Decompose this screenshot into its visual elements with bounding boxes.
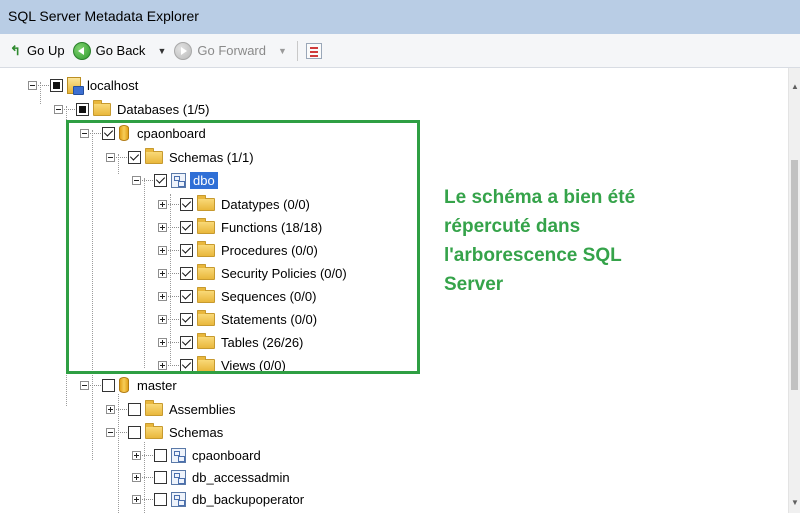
scroll-up-arrow-icon[interactable]: ▲	[791, 82, 799, 91]
window-title: SQL Server Metadata Explorer	[8, 8, 199, 24]
go-forward-label: Go Forward	[197, 43, 266, 58]
forward-arrow-icon	[174, 41, 193, 60]
toolbar-separator	[296, 40, 298, 61]
checkbox-db-backupoperator[interactable]	[154, 492, 167, 506]
go-back-label: Go Back	[95, 43, 146, 58]
expand-icon[interactable]	[132, 494, 141, 504]
tree-node-assemblies[interactable]: Assemblies	[106, 398, 235, 420]
annotation-line: Le schéma a bien été	[444, 187, 636, 208]
folder-icon	[145, 422, 163, 439]
annotation-line: répercuté dans	[444, 216, 581, 237]
checkbox-master-cpaonboard[interactable]	[154, 448, 167, 462]
folder-icon	[145, 399, 163, 416]
checkbox-master-schemas[interactable]	[128, 425, 141, 439]
tree-node-db-backupoperator[interactable]: db_backupoperator	[132, 488, 304, 510]
tree-label: Assemblies	[169, 401, 236, 417]
schema-icon	[171, 491, 186, 507]
folder-icon	[93, 99, 111, 116]
collapse-icon[interactable]	[106, 427, 115, 437]
checkbox-db-accessadmin[interactable]	[154, 470, 167, 484]
annotation-line: l'arborescence SQL	[444, 245, 622, 266]
schema-icon	[171, 469, 186, 485]
checkbox-assemblies[interactable]	[128, 402, 141, 416]
go-up-label: Go Up	[27, 43, 65, 58]
collapse-icon[interactable]	[28, 80, 37, 90]
tree-node-databases[interactable]: Databases (1/5)	[54, 98, 210, 120]
tree-node-master-schemas[interactable]: Schemas	[106, 421, 223, 443]
window-title-bar: SQL Server Metadata Explorer	[0, 0, 800, 34]
annotation-text: Le schéma a bien été répercuté dans l'ar…	[444, 183, 744, 299]
go-forward-button[interactable]: Go Forward	[174, 41, 266, 60]
tree-node-master[interactable]: master	[80, 374, 177, 396]
go-forward-dropdown-arrow[interactable]: ▼	[278, 46, 287, 56]
collapse-icon[interactable]	[54, 104, 63, 114]
expand-icon[interactable]	[132, 450, 141, 460]
tree-node-master-cpaonboard[interactable]: cpaonboard	[132, 444, 261, 466]
go-up-icon: ↰	[10, 42, 21, 58]
tree-label: db_backupoperator	[192, 491, 305, 507]
checkbox-localhost[interactable]	[50, 78, 63, 92]
tree-node-localhost[interactable]: localhost	[28, 74, 138, 96]
toolbar: ↰ Go Up Go Back ▼ Go Forward ▼	[0, 34, 800, 68]
scrollbar-thumb[interactable]	[791, 160, 798, 390]
vertical-scrollbar[interactable]: ▲ ▼	[788, 68, 800, 513]
go-back-dropdown-arrow[interactable]: ▼	[157, 46, 166, 56]
tree-label: cpaonboard	[192, 447, 261, 463]
tree-label: localhost	[87, 77, 139, 93]
database-icon	[119, 377, 129, 393]
annotation-line: Server	[444, 274, 504, 295]
tree-label: master	[137, 377, 177, 393]
checkbox-databases[interactable]	[76, 102, 89, 116]
tree-label: db_accessadmin	[192, 469, 290, 485]
expand-icon[interactable]	[106, 404, 115, 414]
tree-label: Schemas	[169, 424, 224, 440]
scroll-down-arrow-icon[interactable]: ▼	[791, 498, 799, 507]
back-arrow-icon	[72, 41, 91, 60]
highlight-box	[66, 120, 420, 374]
tree-label: Databases (1/5)	[117, 101, 210, 117]
tree-node-db-accessadmin[interactable]: db_accessadmin	[132, 466, 290, 488]
expand-icon[interactable]	[132, 472, 141, 482]
schema-icon	[171, 447, 186, 463]
checkbox-master[interactable]	[102, 378, 115, 392]
tree-view-toggle-button[interactable]	[305, 42, 322, 59]
go-back-button[interactable]: Go Back	[72, 41, 146, 60]
go-up-button[interactable]: ↰ Go Up	[10, 43, 65, 58]
collapse-icon[interactable]	[80, 380, 89, 390]
server-icon	[67, 76, 84, 95]
